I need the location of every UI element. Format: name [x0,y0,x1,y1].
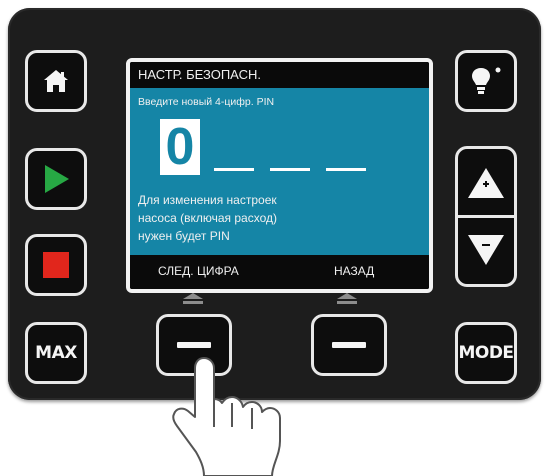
pump-control-panel: MAX MODE НАСТР. БЕЗОПАСН. Введите новый … [8,8,541,400]
play-icon [45,165,69,193]
up-down-rocker [455,146,517,287]
pin-prompt: Введите новый 4-цифр. PIN [138,96,275,108]
max-button-label: MAX [35,343,77,363]
pin-digit-blank [214,168,254,171]
stop-button[interactable] [25,234,87,296]
info-line: насоса (включая расход) [138,211,277,225]
screen-body: Введите новый 4-цифр. PIN 0 Для изменени… [130,88,429,255]
home-button[interactable] [25,50,87,112]
max-button[interactable]: MAX [25,322,87,384]
softkey-left-caret-icon [183,293,203,299]
up-button[interactable] [458,149,514,217]
screen-title: НАСТР. БЕЗОПАСН. [130,62,429,88]
softkey-left-label: СЛЕД. ЦИФРА [158,264,239,278]
down-minus-icon [468,235,504,266]
pin-digit-value: 0 [165,118,195,176]
pin-digit-blank [326,168,366,171]
softkey-left-caret-bar [183,301,203,304]
right-softkey[interactable] [311,314,387,376]
softkey-label-bar: СЛЕД. ЦИФРА НАЗАД [130,255,429,289]
down-button[interactable] [458,217,514,285]
softkey-right-caret-icon [337,293,357,299]
softkey-right-label: НАЗАД [334,264,375,278]
info-line: нужен будет PIN [138,229,230,243]
pin-info-text: Для изменения настроек насоса (включая р… [138,191,428,245]
pin-digit-active: 0 [160,119,200,175]
minus-icon [332,342,366,348]
start-button[interactable] [25,148,87,210]
mode-button-label: MODE [458,343,514,363]
mode-button[interactable]: MODE [455,322,517,384]
pointing-hand-icon [172,357,281,476]
up-plus-icon [468,167,504,198]
softkey-right-caret-bar [337,301,357,304]
lcd-screen: НАСТР. БЕЗОПАСН. Введите новый 4-цифр. P… [126,58,433,293]
pin-digit-blank [270,168,310,171]
lightbulb-icon [472,67,501,94]
home-icon [44,70,68,92]
light-button[interactable] [455,50,517,112]
minus-icon [177,342,211,348]
stop-icon [43,252,69,278]
info-line: Для изменения настроек [138,193,277,207]
